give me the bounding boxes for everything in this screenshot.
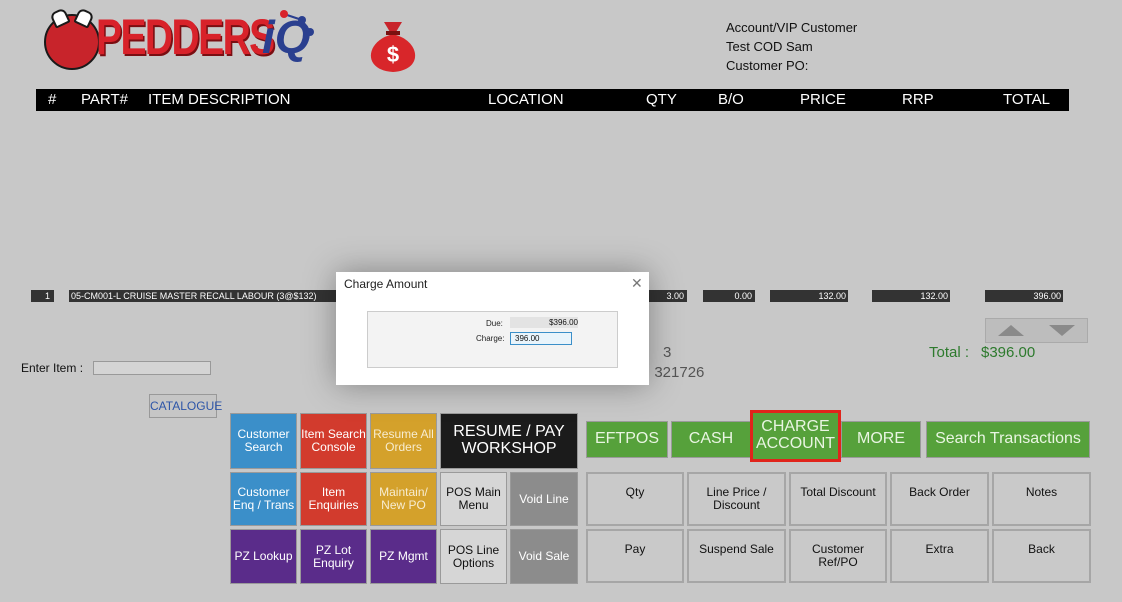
column-header-description: ITEM DESCRIPTION [148,91,291,108]
row-bo[interactable]: 0.00 [703,290,755,302]
column-header-num: # [48,91,57,108]
due-value: $396.00 [510,317,578,328]
maintain-new-po-button[interactable]: Maintain/ New PO [370,472,437,526]
item-enquiries-button[interactable]: Item Enquiries [300,472,367,526]
resume-pay-workshop-button[interactable]: RESUME / PAY WORKSHOP [440,413,578,469]
charge-label: Charge: [476,334,505,343]
brand-logo-text: PEDDERS [96,9,275,65]
pos-line-options-button[interactable]: POS Line Options [440,529,507,584]
charge-input[interactable]: 396.00 [510,332,572,345]
more-button[interactable]: MORE [841,421,921,458]
back-button[interactable]: Back [992,529,1091,583]
pz-lookup-button[interactable]: PZ Lookup [230,529,297,584]
column-header-part: PART# [81,91,128,108]
total-value: $396.00 [981,344,1036,361]
customer-po-label: Customer PO: [726,58,809,73]
eftpos-button[interactable]: EFTPOS [586,421,668,458]
search-transactions-button[interactable]: Search Transactions [926,421,1090,458]
resume-all-orders-button[interactable]: Resume All Orders [370,413,437,469]
pz-lot-enquiry-button[interactable]: PZ Lot Enquiry [300,529,367,584]
column-header-total: TOTAL [1003,91,1050,108]
enter-item-input[interactable] [93,361,211,375]
catalogue-button[interactable]: CATALOGUE [149,394,222,418]
void-sale-button[interactable]: Void Sale [510,529,578,584]
customer-name: Test COD Sam [726,39,813,54]
column-header-qty: QTY [646,91,677,108]
customer-search-button[interactable]: Customer Search [230,413,297,469]
customer-type: Account/VIP Customer [726,20,858,35]
row-number[interactable]: 1 [31,290,54,302]
dialog-body: Due: $396.00 Charge: 396.00 [367,311,618,368]
column-header-price: PRICE [800,91,846,108]
pay-button[interactable]: Pay [586,529,684,583]
pz-mgmt-button[interactable]: PZ Mgmt [370,529,437,584]
cash-button[interactable]: CASH [671,421,751,458]
money-bag-icon: $ [370,22,416,72]
item-search-console-button[interactable]: Item Search Console [300,413,367,469]
customer-enq-trans-button[interactable]: Customer Enq / Trans [230,472,297,526]
enter-item-label: Enter Item : [21,361,84,375]
row-price[interactable]: 132.00 [770,290,848,302]
pos-main-menu-button[interactable]: POS Main Menu [440,472,507,526]
close-icon[interactable]: ✕ [631,275,643,292]
charge-amount-dialog: Charge Amount ✕ Due: $396.00 Charge: 396… [336,272,649,385]
table-header: # PART# ITEM DESCRIPTION LOCATION QTY B/… [36,89,1069,111]
summary-partial-count: 3 [663,344,672,361]
column-header-location: LOCATION [488,91,564,108]
charge-account-button[interactable]: CHARGE ACCOUNT [750,410,841,462]
qty-button[interactable]: Qty [586,472,684,526]
suspend-sale-button[interactable]: Suspend Sale [687,529,786,583]
svg-text:$: $ [387,42,399,67]
row-rrp[interactable]: 132.00 [872,290,950,302]
column-header-rrp: RRP [902,91,934,108]
network-dots-icon [280,10,314,36]
summary-partial-ref: : 321726 [646,364,705,381]
column-header-bo: B/O [718,91,744,108]
row-qty[interactable]: 3.00 [647,290,687,302]
row-total[interactable]: 396.00 [985,290,1063,302]
due-label: Due: [486,319,503,328]
notes-button[interactable]: Notes [992,472,1091,526]
scroll-arrows [985,318,1088,343]
total-discount-button[interactable]: Total Discount [789,472,887,526]
scroll-up-icon[interactable] [998,325,1024,336]
void-line-button[interactable]: Void Line [510,472,578,526]
dialog-title: Charge Amount [344,277,428,291]
extra-button[interactable]: Extra [890,529,989,583]
back-order-button[interactable]: Back Order [890,472,989,526]
row-description[interactable]: 05-CM001-L CRUISE MASTER RECALL LABOUR (… [69,290,339,302]
bull-mascot-icon [44,14,100,70]
total-label: Total : [929,344,970,361]
customer-ref-po-button[interactable]: Customer Ref/PO [789,529,887,583]
line-price-discount-button[interactable]: Line Price / Discount [687,472,786,526]
scroll-down-icon[interactable] [1049,325,1075,336]
